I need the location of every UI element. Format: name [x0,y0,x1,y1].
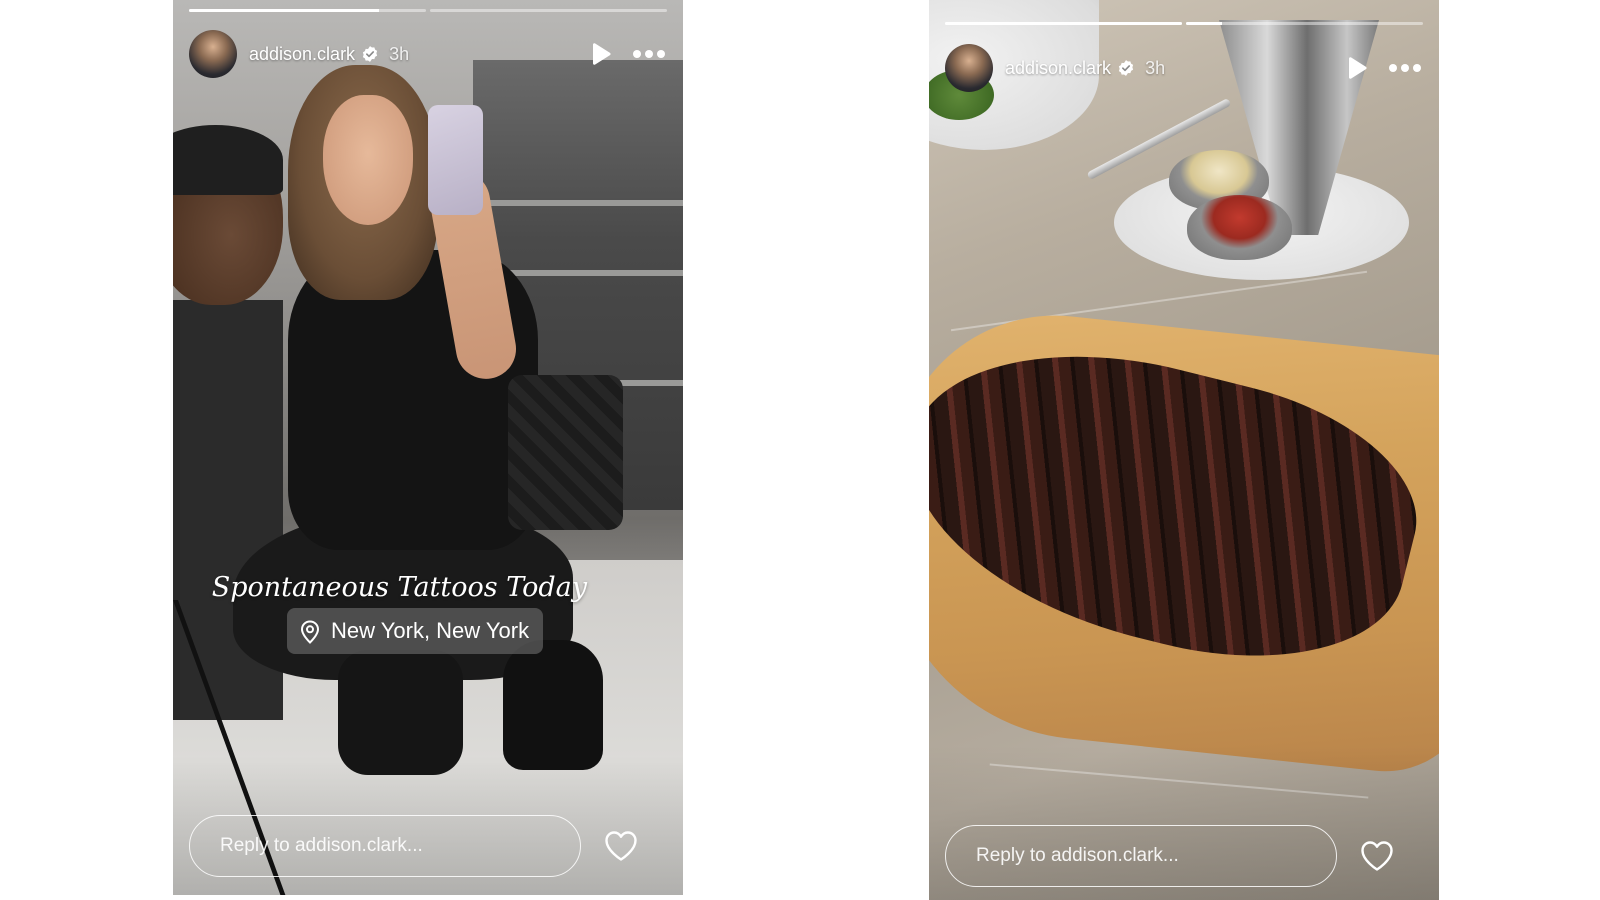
more-options-icon[interactable] [631,40,667,68]
progress-segment [945,22,1182,25]
more-options-icon[interactable] [1387,54,1423,82]
heart-icon[interactable] [603,828,639,864]
page: addison.clark 3h Spontaneous Tattoos Tod… [0,0,1600,900]
ketchup-cup [1187,195,1292,260]
post-timestamp: 3h [389,43,410,64]
story-viewer-1[interactable]: addison.clark 3h Spontaneous Tattoos Tod… [173,0,683,895]
story-caption: Spontaneous Tattoos Today [211,572,587,603]
progress-fill [945,22,1182,25]
location-pin-icon [299,620,321,644]
location-sticker[interactable]: New York, New York [287,608,544,654]
progress-fill [1186,22,1222,25]
story-header: addison.clark 3h [189,30,667,78]
avatar[interactable] [945,44,993,92]
reply-bar [945,823,1423,889]
post-timestamp: 3h [1145,57,1166,78]
reply-input[interactable] [945,825,1337,887]
reply-input[interactable] [189,815,581,877]
progress-fill [189,9,379,12]
phone [428,105,483,215]
verified-badge-icon [1117,59,1135,77]
woman-face [323,95,413,225]
progress-segment [430,9,667,12]
username[interactable]: addison.clark [249,44,355,65]
avatar[interactable] [189,30,237,78]
story-photo-steak [929,0,1439,900]
sneaker [503,640,603,770]
shelf-edge [473,200,683,206]
reply-bar [189,813,667,879]
story-progress [189,9,667,12]
story-viewer-2[interactable]: addison.clark 3h [929,0,1439,900]
progress-segment [189,9,426,12]
username[interactable]: addison.clark [1005,58,1111,79]
man-cap [173,125,283,195]
story-progress [945,22,1423,25]
play-icon[interactable] [587,40,615,68]
story-header: addison.clark 3h [945,44,1423,92]
location-label: New York, New York [331,618,530,643]
progress-segment [1186,22,1423,25]
verified-badge-icon [361,45,379,63]
heart-icon[interactable] [1359,838,1395,874]
story-photo-tattoo-studio [173,0,683,895]
play-icon[interactable] [1343,54,1371,82]
quilted-bag [508,375,623,530]
